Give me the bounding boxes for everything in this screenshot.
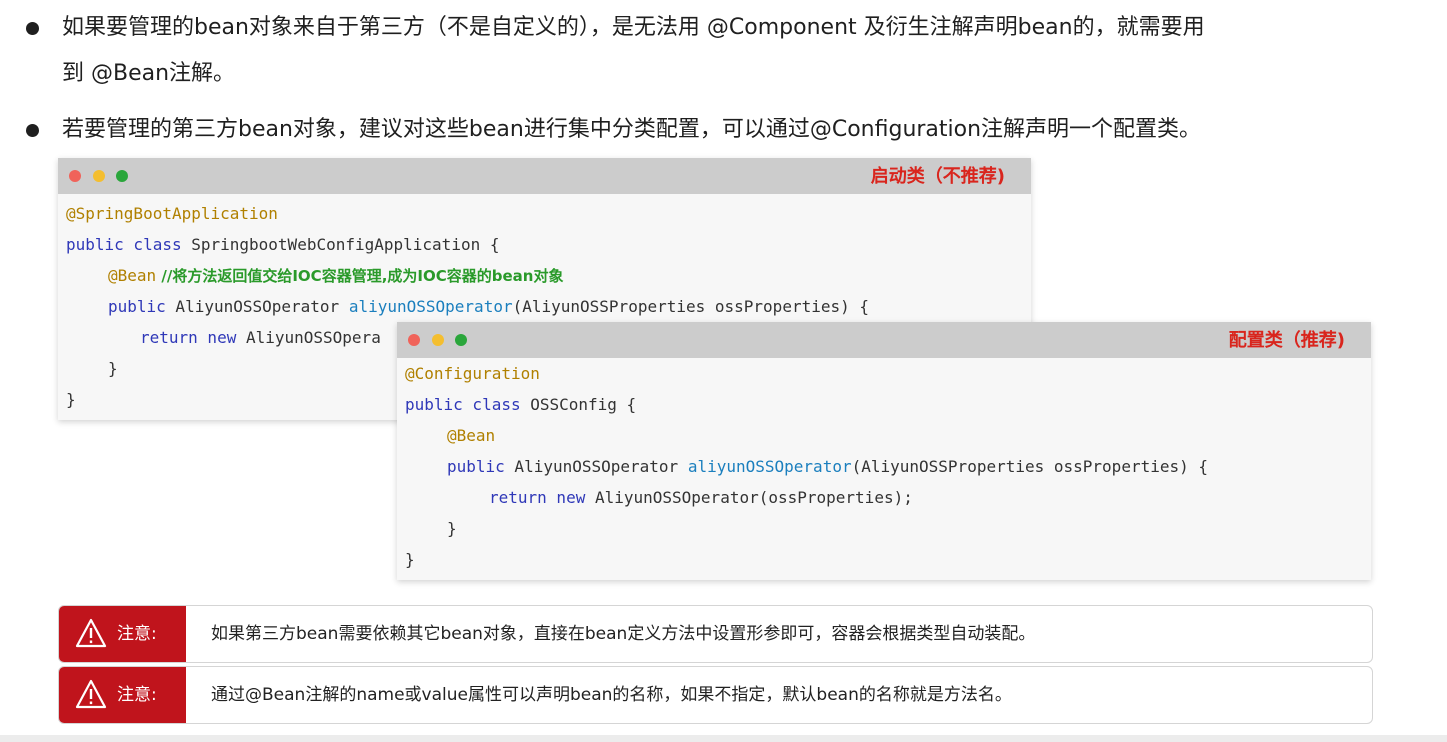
- warning-icon: [75, 679, 107, 709]
- bullet-item-2: 若要管理的第三方bean对象，建议对这些bean进行集中分类配置，可以通过@Co…: [26, 108, 1426, 152]
- maximize-dot-icon: [455, 334, 467, 346]
- code-text: AliyunOSSOperator(ossProperties);: [585, 488, 913, 507]
- note-badge: 注意:: [59, 606, 186, 662]
- note-box-1: 注意: 如果第三方bean需要依赖其它bean对象，直接在bean定义方法中设置…: [58, 605, 1373, 663]
- window-titlebar: 启动类（不推荐): [58, 158, 1031, 194]
- note-text: 通过@Bean注解的name或value属性可以声明bean的名称，如果不指定，…: [211, 685, 1012, 705]
- minimize-dot-icon: [93, 170, 105, 182]
- close-dot-icon: [408, 334, 420, 346]
- code-window-config: 配置类（推荐) @Configuration public class OSSC…: [397, 322, 1371, 580]
- code-brace: }: [108, 359, 118, 378]
- code-text: (AliyunOSSProperties ossProperties) {: [512, 297, 870, 316]
- window-titlebar: 配置类（推荐): [397, 322, 1371, 358]
- bullet-dot-icon: [26, 22, 39, 35]
- code-text: (AliyunOSSProperties ossProperties) {: [851, 457, 1209, 476]
- bottom-strip: [0, 735, 1447, 742]
- code-method-name: aliyunOSSOperator: [687, 457, 852, 476]
- window-tag-label: 配置类（推荐): [1228, 330, 1345, 351]
- window-tag-label: 启动类（不推荐): [870, 166, 1005, 187]
- code-text: OSSConfig {: [520, 395, 637, 414]
- code-text: AliyunOSSOperator: [504, 457, 688, 476]
- bullet-item-1: 如果要管理的bean对象来自于第三方（不是自定义的），是无法用 @Compone…: [26, 6, 1426, 96]
- close-dot-icon: [69, 170, 81, 182]
- code-comment: //将方法返回值交给IOC容器管理,成为IOC容器的bean对象: [156, 267, 564, 285]
- code-method-name: aliyunOSSOperator: [348, 297, 513, 316]
- warning-icon: [75, 618, 107, 648]
- code-annotation: @SpringBootApplication: [66, 204, 278, 223]
- code-text: AliyunOSSOperator: [165, 297, 349, 316]
- code-text: AliyunOSSOpera: [236, 328, 381, 347]
- code-annotation: @Bean: [447, 426, 496, 445]
- maximize-dot-icon: [116, 170, 128, 182]
- code-keyword: public: [108, 297, 166, 316]
- note-text: 如果第三方bean需要依赖其它bean对象，直接在bean定义方法中设置形参即可…: [211, 624, 1036, 644]
- code-block: @Configuration public class OSSConfig { …: [405, 358, 1363, 575]
- code-keyword: public: [447, 457, 505, 476]
- code-keyword: public class: [66, 235, 182, 254]
- note-box-2: 注意: 通过@Bean注解的name或value属性可以声明bean的名称，如果…: [58, 666, 1373, 724]
- minimize-dot-icon: [432, 334, 444, 346]
- bullet-1-line-1: 如果要管理的bean对象来自于第三方（不是自定义的），是无法用 @Compone…: [62, 15, 1205, 40]
- note-label: 注意:: [117, 685, 157, 705]
- code-keyword: public class: [405, 395, 521, 414]
- note-badge: 注意:: [59, 667, 186, 723]
- code-keyword: return new: [489, 488, 586, 507]
- bullet-dot-icon: [26, 124, 39, 137]
- code-brace: }: [447, 519, 457, 538]
- code-brace: }: [66, 390, 76, 409]
- code-annotation: @Bean: [108, 266, 157, 285]
- note-label: 注意:: [117, 624, 157, 644]
- code-brace: }: [405, 550, 415, 569]
- bullet-1-line-2: 到 @Bean注解。: [62, 61, 236, 86]
- code-text: SpringbootWebConfigApplication {: [181, 235, 500, 254]
- bullet-2-line-1: 若要管理的第三方bean对象，建议对这些bean进行集中分类配置，可以通过@Co…: [62, 117, 1202, 142]
- code-keyword: return new: [140, 328, 237, 347]
- code-annotation: @Configuration: [405, 364, 540, 383]
